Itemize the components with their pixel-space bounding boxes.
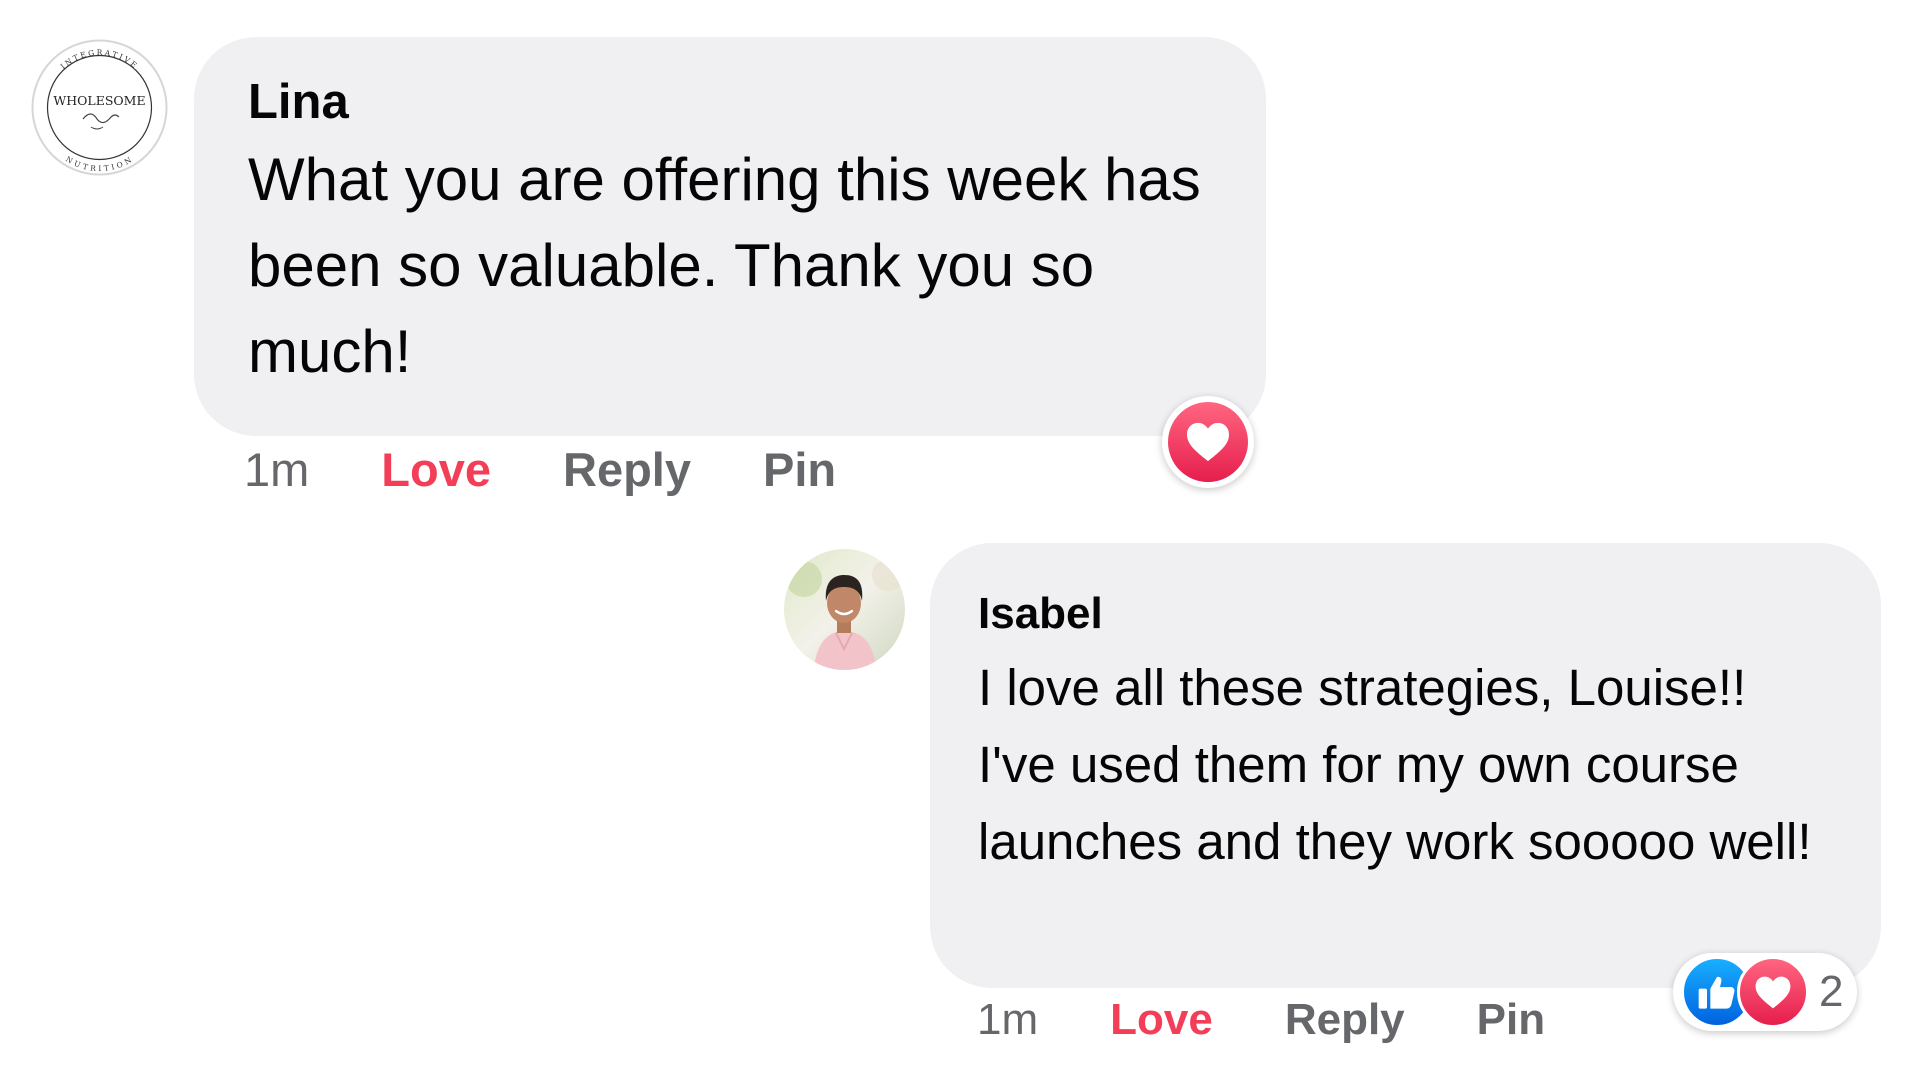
lina-avatar[interactable]: INTEGRATIVE NUTRITION WHOLESOME <box>31 39 168 176</box>
reply-button[interactable]: Reply <box>1285 995 1405 1045</box>
comment-text: I love all these strategies, Louise!! I'… <box>978 659 1812 870</box>
comment-thread: INTEGRATIVE NUTRITION WHOLESOME Lina Wha… <box>0 0 1920 1080</box>
pin-button[interactable]: Pin <box>763 442 836 497</box>
love-reaction-icon <box>1737 956 1809 1028</box>
love-button[interactable]: Love <box>1110 995 1213 1045</box>
reaction-summary[interactable] <box>1162 396 1254 488</box>
love-reaction-icon <box>1168 402 1248 482</box>
comment-actions: 1m Love Reply Pin <box>244 442 908 497</box>
isabel-avatar[interactable] <box>784 549 905 670</box>
reaction-count: 2 <box>1819 967 1844 1016</box>
comment-text: What you are offering this week has been… <box>248 146 1201 385</box>
love-button[interactable]: Love <box>381 442 491 497</box>
comment-actions: 1m Love Reply Pin <box>977 995 1617 1045</box>
wholesome-logo-avatar-icon: INTEGRATIVE NUTRITION WHOLESOME <box>31 39 168 176</box>
reaction-summary[interactable]: 2 <box>1673 953 1858 1031</box>
comment-author[interactable]: Lina <box>248 71 1206 133</box>
comment-bubble: Isabel I love all these strategies, Loui… <box>930 543 1881 988</box>
profile-photo-avatar-icon <box>784 549 905 670</box>
pin-button[interactable]: Pin <box>1477 995 1545 1045</box>
comment-timestamp[interactable]: 1m <box>244 442 309 497</box>
comment-timestamp[interactable]: 1m <box>977 995 1038 1045</box>
comment-author[interactable]: Isabel <box>978 587 1821 641</box>
reply-button[interactable]: Reply <box>563 442 691 497</box>
logo-main-text: WHOLESOME <box>53 93 145 108</box>
comment-bubble: Lina What you are offering this week has… <box>194 37 1266 436</box>
